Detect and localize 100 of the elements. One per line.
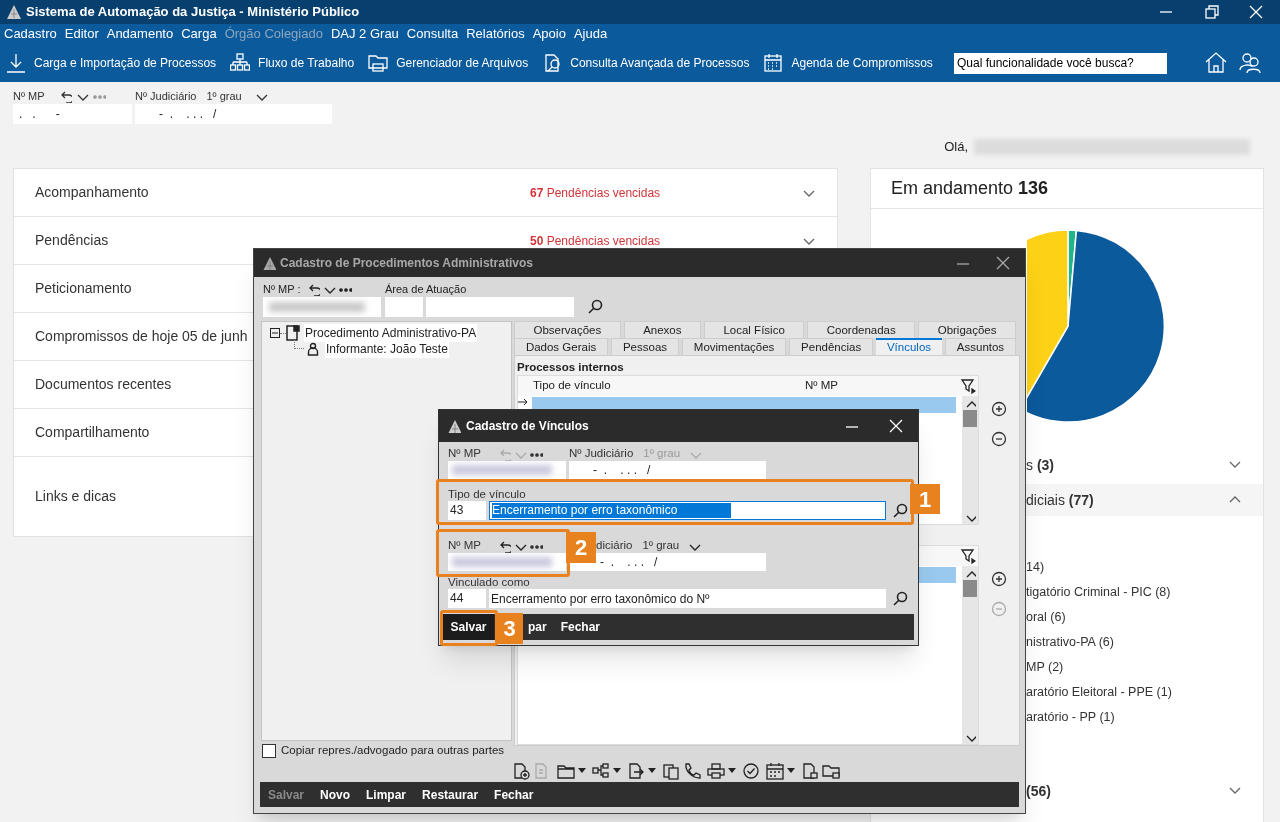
list-item[interactable]: 14) — [1026, 555, 1263, 580]
code-field[interactable]: 44 — [448, 589, 486, 608]
calendar-icon[interactable] — [766, 762, 784, 780]
tab[interactable]: Movimentações — [681, 338, 787, 355]
menu-item[interactable]: Carga — [178, 24, 220, 44]
menu-item[interactable]: Editor — [61, 24, 102, 44]
filter-icon[interactable] — [960, 548, 977, 564]
tab[interactable]: Dados Gerais — [514, 338, 609, 355]
checkbox[interactable] — [262, 744, 276, 758]
list-item[interactable]: MP (2) — [1026, 655, 1263, 680]
clipboard-icon[interactable] — [662, 762, 680, 780]
menu-item[interactable]: Relatórios — [463, 24, 528, 44]
list-item[interactable]: aratório - PP (1) — [1026, 705, 1263, 730]
caret-icon[interactable] — [613, 768, 621, 774]
action-button[interactable]: par — [528, 614, 547, 640]
column-header[interactable]: Nº MP — [805, 377, 838, 395]
menu-item[interactable]: DAJ 2 Grau — [327, 24, 402, 44]
search-field[interactable]: Qual funcionalidade você busca? — [954, 52, 1167, 74]
search-icon[interactable] — [892, 502, 908, 519]
group-title[interactable]: (56) — [1026, 780, 1051, 802]
action-button[interactable]: Fechar — [560, 614, 601, 640]
toolbar-button[interactable]: Fluxo de Trabalho — [230, 53, 355, 73]
search-icon[interactable] — [892, 590, 908, 607]
area-code-field[interactable] — [385, 297, 423, 317]
menu-item[interactable]: Consulta — [403, 24, 462, 44]
toolbar-button[interactable]: Consulta Avançada de Processos — [542, 53, 750, 73]
mp-field[interactable] — [448, 553, 566, 571]
restore-icon[interactable] — [1204, 4, 1220, 20]
caret-icon[interactable] — [578, 768, 586, 774]
list-item[interactable]: nistrativo-PA (6) — [1026, 630, 1263, 655]
add-icon[interactable] — [991, 401, 1008, 417]
action-button[interactable]: Limpar — [366, 785, 407, 804]
tab[interactable]: Observações — [514, 321, 621, 338]
filter-icon[interactable] — [960, 378, 977, 394]
section-title[interactable]: Acompanhamento — [14, 182, 530, 203]
tab[interactable]: Pendências — [789, 338, 874, 355]
tab[interactable]: Local Físico — [703, 321, 805, 338]
tree-item[interactable]: Procedimento Administrativo-PA — [304, 324, 478, 342]
tab[interactable]: Anexos — [623, 321, 701, 338]
toolbar-button[interactable]: Carga e Importação de Processos — [6, 53, 217, 73]
tab[interactable]: Assuntos — [944, 338, 1016, 355]
mp-field[interactable] — [263, 297, 381, 317]
scrollbar-thumb[interactable] — [963, 410, 978, 427]
menu-item[interactable]: Apoio — [529, 24, 569, 44]
list-item[interactable]: tigatório Criminal - PIC (8) — [1026, 580, 1263, 605]
action-button[interactable]: Salvar — [443, 614, 494, 640]
document-transfer-icon[interactable] — [627, 762, 645, 780]
dialog-title: Cadastro de Vínculos — [466, 418, 589, 435]
folder-lock-icon[interactable] — [822, 762, 840, 780]
text-field[interactable]: Encerramento por erro taxonômico do Nº — [489, 589, 886, 608]
judicial-number-field[interactable]: - . . . . / — [135, 104, 332, 124]
checkbox-label[interactable]: Copiar repres./advogado para outras partes — [281, 742, 505, 760]
code-field[interactable]: 43 — [448, 501, 486, 520]
collapse-icon[interactable] — [270, 328, 280, 338]
search-icon[interactable] — [587, 299, 603, 315]
add-icon[interactable] — [991, 571, 1008, 587]
scrollbar[interactable] — [962, 396, 979, 524]
users-icon[interactable] — [1238, 51, 1262, 75]
menu-item[interactable]: Ajuda — [570, 24, 611, 44]
action-button[interactable]: Novo — [320, 785, 351, 804]
field-label: Nº MP — [448, 538, 481, 554]
hierarchy-icon[interactable] — [592, 762, 610, 780]
tree-item[interactable]: Informante: João Teste — [325, 340, 449, 358]
document-add-icon[interactable] — [512, 762, 530, 780]
field-label: Área de Atuação — [385, 282, 468, 297]
caret-icon[interactable] — [648, 768, 656, 774]
judicial-number-field[interactable]: - . . . . / — [569, 461, 766, 479]
menu-item[interactable]: Andamento — [103, 24, 177, 44]
scrollbar-thumb[interactable] — [963, 580, 978, 597]
toolbar-button[interactable]: Agenda de Compromissos — [763, 53, 933, 73]
mp-field[interactable] — [448, 461, 566, 479]
group-title[interactable]: diciais (77) — [1026, 489, 1094, 511]
group-title[interactable]: s (3) — [1026, 454, 1054, 476]
tab[interactable]: Pessoas — [611, 338, 679, 355]
home-icon[interactable] — [1204, 51, 1228, 75]
field-label: Nº Judiciário — [569, 446, 634, 462]
list-item[interactable]: aratório Eleitoral - PPE (1) — [1026, 680, 1263, 705]
text-field[interactable]: Encerramento por erro taxonômico — [489, 501, 886, 520]
menu-item[interactable]: Cadastro — [1, 24, 60, 44]
tab[interactable]: Obrigações — [918, 321, 1016, 338]
scrollbar[interactable] — [962, 566, 979, 744]
list-item[interactable]: oral (6) — [1026, 605, 1263, 630]
printer-icon[interactable] — [707, 762, 725, 780]
section-title[interactable]: Pendências — [14, 230, 530, 251]
folder-icon[interactable] — [557, 762, 575, 780]
column-header[interactable]: Tipo de vínculo — [518, 377, 805, 395]
toolbar-button[interactable]: Gerenciador de Arquivos — [368, 53, 529, 73]
caret-icon[interactable] — [728, 768, 736, 774]
tab[interactable]: Coordenadas — [807, 321, 916, 338]
action-button[interactable]: Fechar — [494, 785, 534, 804]
close-icon[interactable] — [995, 255, 1011, 271]
tab[interactable]: Vínculos — [876, 338, 942, 355]
document-lock-icon[interactable] — [801, 762, 819, 780]
caret-icon[interactable] — [787, 768, 795, 774]
area-field[interactable] — [426, 297, 574, 317]
mp-field[interactable]: . . - — [13, 104, 132, 124]
phone-icon[interactable] — [683, 762, 701, 780]
action-button[interactable]: Restaurar — [422, 785, 479, 804]
remove-icon[interactable] — [991, 431, 1008, 447]
check-circle-icon[interactable] — [742, 762, 760, 780]
